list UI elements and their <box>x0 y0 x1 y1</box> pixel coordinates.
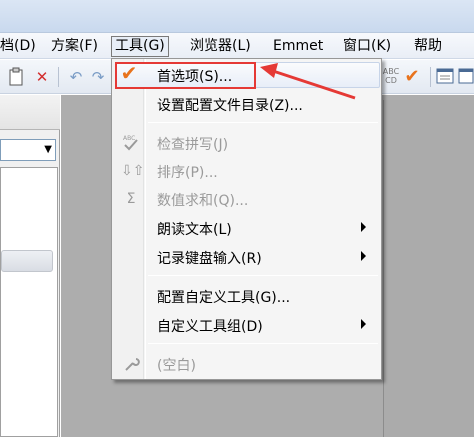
spell-check-icon: ABC <box>121 133 141 153</box>
menu-window[interactable]: 窗口(K) <box>343 36 391 57</box>
menu-item-config-tools[interactable]: 配置自定义工具(G)... <box>114 284 379 308</box>
wrench-icon <box>121 354 141 374</box>
menu-item-label: 排序(P)... <box>157 165 218 181</box>
undo-icon[interactable]: ↶ <box>66 67 86 87</box>
menu-item-label: 记录键盘输入(R) <box>157 251 262 267</box>
menu-item-label: 自定义工具组(D) <box>157 319 263 335</box>
left-pane-list[interactable] <box>0 167 58 437</box>
menu-item-label: 朗读文本(L) <box>157 222 232 238</box>
menu-item-read-text[interactable]: 朗读文本(L) <box>114 216 379 240</box>
left-pane: ▼ <box>0 95 60 437</box>
editor-frame <box>383 100 474 437</box>
menu-item-label: 数值求和(Q)... <box>157 193 249 209</box>
menu-item-label: 检查拼写(J) <box>157 137 229 153</box>
spellcheck-toolbar-icon[interactable]: ABC CD <box>381 67 401 87</box>
menu-bar: 档(D) 方案(F) 工具(G) 浏览器(L) Emmet 窗口(K) 帮助 <box>0 33 474 59</box>
submenu-arrow-icon <box>361 319 366 329</box>
left-pane-combo[interactable]: ▼ <box>0 139 56 161</box>
redo-icon[interactable]: ↷ <box>88 67 108 87</box>
toolbar-separator-2 <box>430 67 431 87</box>
panel-icon[interactable] <box>436 67 456 87</box>
menu-item-empty[interactable]: (空白) <box>114 352 379 376</box>
checkmark-toolbar-icon[interactable]: ✔ <box>402 67 422 87</box>
tools-dropdown-menu: ✔ 首选项(S)... 设置配置文件目录(Z)... ABC 检查拼写(J) ⇩… <box>111 58 382 380</box>
menu-emmet[interactable]: Emmet <box>273 36 323 57</box>
title-bar <box>0 0 474 33</box>
dropdown-arrow-icon: ▼ <box>44 144 52 155</box>
menu-item-record-keys[interactable]: 记录键盘输入(R) <box>114 245 379 269</box>
menu-document[interactable]: 档(D) <box>0 36 36 57</box>
menu-item-label: (空白) <box>157 358 196 374</box>
menu-item-label: 配置自定义工具(G)... <box>157 290 291 306</box>
sort-icon: ⇩⇧ <box>121 163 145 179</box>
menu-separator <box>148 122 378 123</box>
menu-scheme[interactable]: 方案(F) <box>51 36 98 57</box>
svg-text:ABC: ABC <box>123 135 135 142</box>
menu-browser[interactable]: 浏览器(L) <box>190 36 251 57</box>
sigma-icon: Σ <box>126 191 136 207</box>
menu-help[interactable]: 帮助 <box>414 36 442 57</box>
clipboard-icon[interactable] <box>6 67 26 87</box>
menu-item-sum[interactable]: Σ 数值求和(Q)... <box>114 187 379 211</box>
delete-icon[interactable]: ✕ <box>32 67 52 87</box>
submenu-arrow-icon <box>361 251 366 261</box>
annotation-highlight-box <box>115 62 256 89</box>
annotation-arrow <box>260 63 356 100</box>
menu-tools[interactable]: 工具(G) <box>111 36 169 57</box>
list-item[interactable] <box>1 250 53 272</box>
menu-item-tool-groups[interactable]: 自定义工具组(D) <box>114 313 379 337</box>
left-pane-header <box>0 95 60 130</box>
submenu-arrow-icon <box>361 222 366 232</box>
menu-item-spellcheck[interactable]: ABC 检查拼写(J) <box>114 131 379 155</box>
menu-item-sort[interactable]: ⇩⇧ 排序(P)... <box>114 159 379 183</box>
toolbar-separator <box>58 67 59 87</box>
menu-separator <box>148 343 378 344</box>
window-icon[interactable] <box>458 67 474 87</box>
menu-separator <box>148 275 378 276</box>
